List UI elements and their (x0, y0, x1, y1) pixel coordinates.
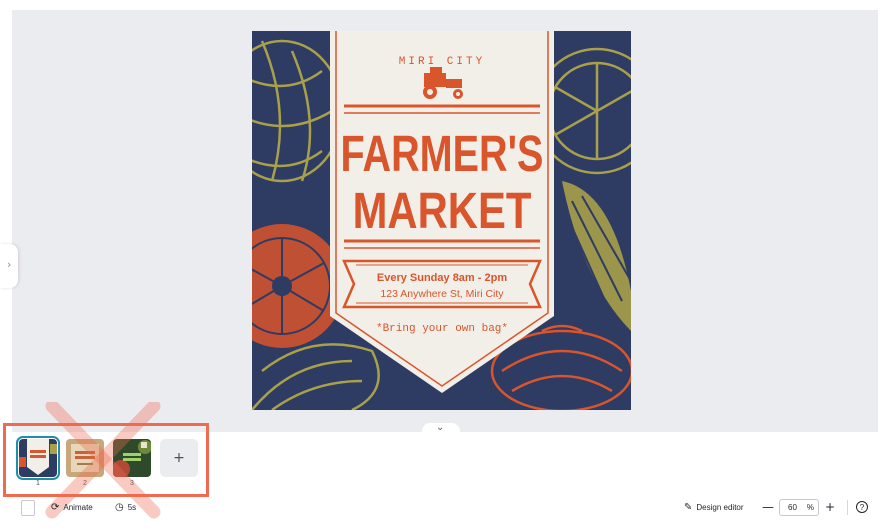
duration-button[interactable]: ◷ 5s (115, 502, 136, 513)
thumbnail-3-preview (113, 439, 151, 477)
page-number-2: 2 (83, 480, 87, 487)
animate-label: Animate (63, 503, 93, 512)
page-number-1: 1 (36, 480, 40, 487)
chevron-right-icon: › (7, 258, 12, 271)
zoom-unit: % (806, 503, 814, 512)
title-line-1: FARMER'S (341, 125, 544, 182)
address-text: 123 Anywhere St, Miri City (380, 288, 504, 300)
toolbar-divider (847, 500, 848, 515)
zoom-input[interactable]: 60 % (779, 499, 819, 516)
title-line-2: MARKET (353, 182, 532, 239)
zoom-in-button[interactable]: + (825, 500, 835, 514)
help-button[interactable]: ? (856, 501, 868, 513)
editor-app: › MIRI CITY FARMER'S MARKET Every Sunday… (0, 0, 889, 528)
schedule-text: Every Sunday 8am - 2pm (377, 272, 507, 284)
notes-checkbox[interactable] (21, 500, 35, 516)
page-thumbnail-2[interactable] (66, 439, 104, 477)
tagline-text: *Bring your own bag* (376, 323, 508, 335)
thumbnail-2-preview (66, 439, 104, 477)
add-page-button[interactable]: + (160, 439, 198, 477)
design-editor-button[interactable]: ✎ Design editor (684, 502, 744, 513)
animate-button[interactable]: ⟳ Animate (51, 502, 93, 513)
zoom-value: 60 (788, 503, 797, 512)
page-thumbnail-3[interactable] (113, 439, 151, 477)
design-editor-label: Design editor (696, 503, 744, 512)
page-number-3: 3 (130, 480, 134, 487)
plus-icon: + (173, 450, 185, 466)
side-panel-toggle[interactable]: › (0, 244, 18, 288)
duration-label: 5s (127, 503, 137, 512)
animate-icon: ⟳ (51, 502, 60, 513)
pencil-icon: ✎ (684, 502, 693, 513)
page-thumbnail-1[interactable] (16, 436, 60, 480)
poster-design[interactable]: MIRI CITY FARMER'S MARKET Every Sunday 8… (252, 31, 631, 410)
poster-artwork: MIRI CITY FARMER'S MARKET Every Sunday 8… (252, 31, 631, 410)
thumbnail-1-preview (19, 439, 57, 477)
city-arc-text: MIRI CITY (399, 56, 485, 68)
zoom-out-button[interactable]: — (762, 500, 774, 514)
timer-icon: ◷ (115, 502, 124, 513)
